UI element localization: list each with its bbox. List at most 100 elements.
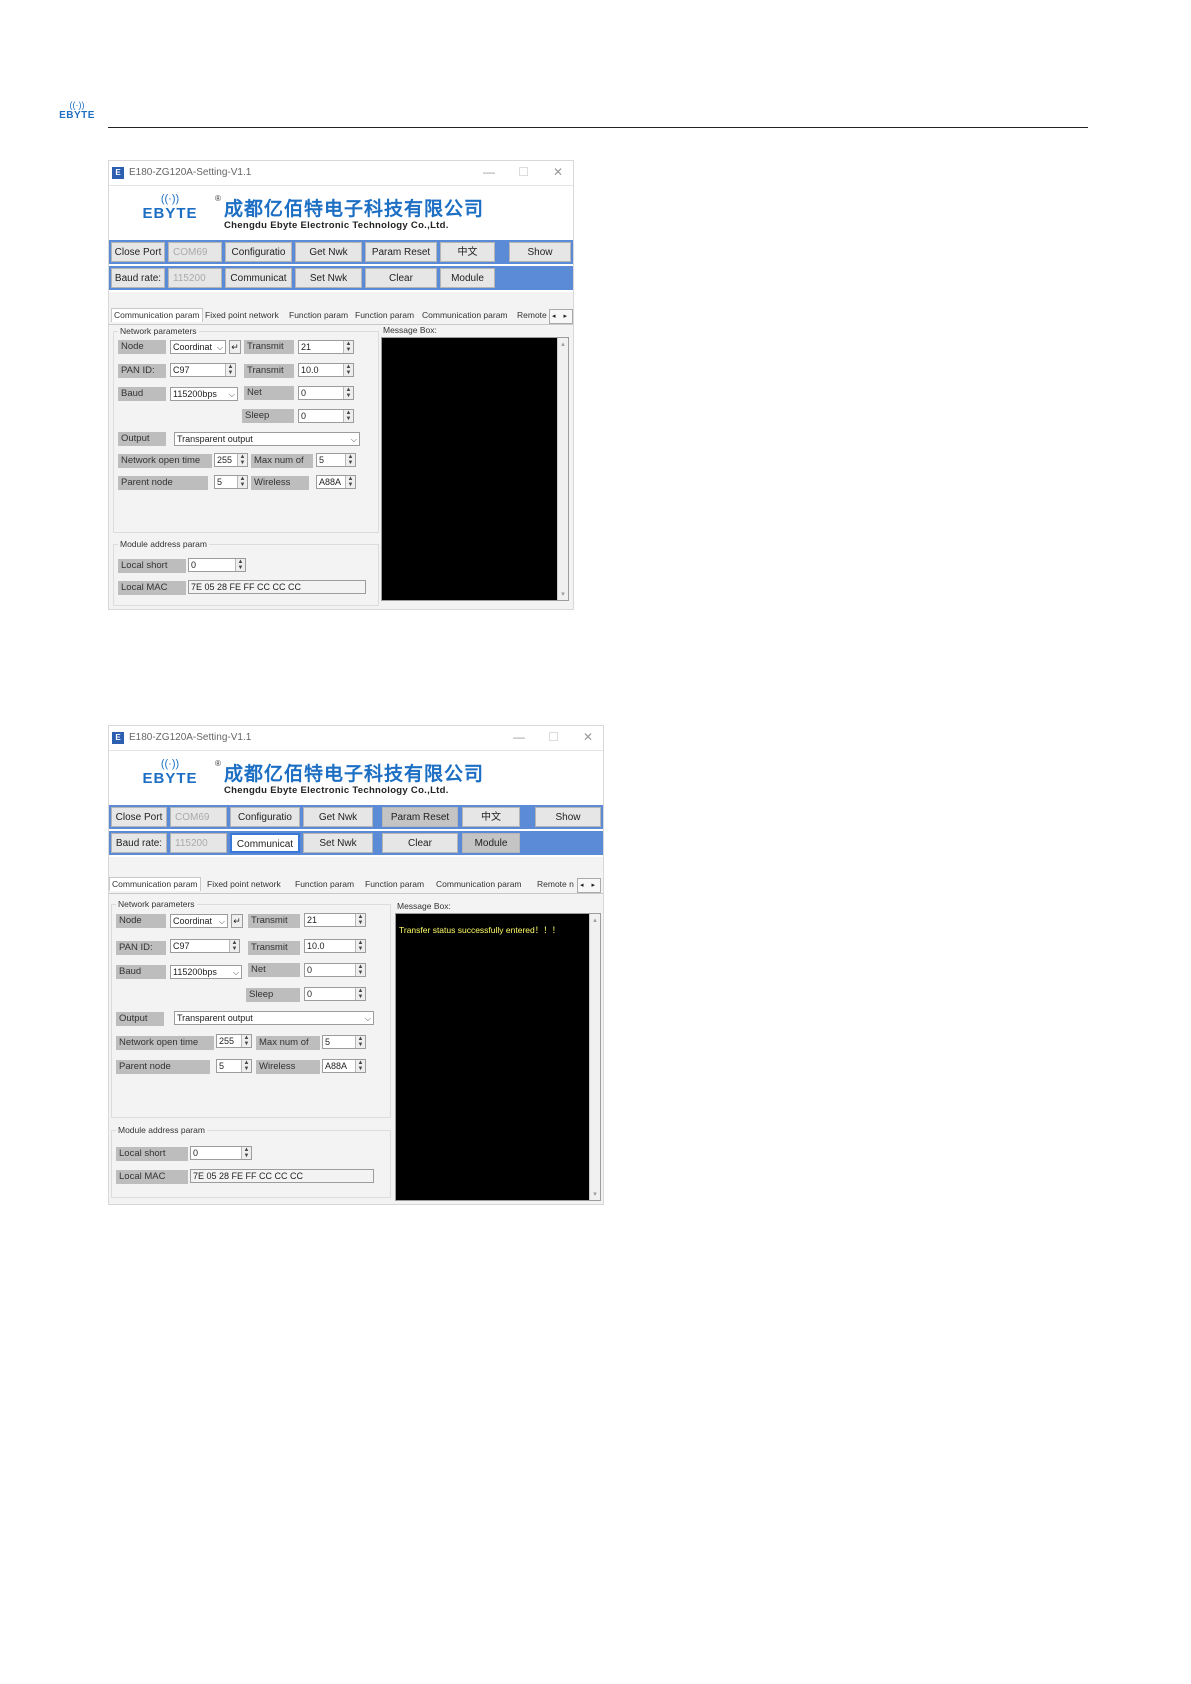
spinner-icon[interactable]: ▲ ▼ — [345, 454, 355, 466]
language-button[interactable]: 中文 — [440, 242, 495, 262]
set-nwk-button[interactable]: Set Nwk — [303, 833, 373, 853]
max-num-input[interactable]: 5 ▲ ▼ — [316, 453, 356, 467]
spinner-icon[interactable]: ▲ ▼ — [343, 364, 353, 376]
module-button[interactable]: Module — [462, 833, 520, 853]
tab-communication-param-2[interactable]: Communication param — [422, 310, 508, 320]
pan-id-input[interactable]: C97 ▲ ▼ — [170, 363, 236, 377]
network-open-time-input[interactable]: 255 ▲ ▼ — [214, 453, 248, 467]
spinner-icon[interactable]: ▲ ▼ — [345, 476, 355, 488]
spinner-icon[interactable]: ▲ ▼ — [343, 387, 353, 399]
scroll-up-icon[interactable]: ▴ — [590, 916, 600, 924]
sleep-input[interactable]: 0 ▲ ▼ — [298, 409, 354, 423]
spinner-icon[interactable]: ▲ ▼ — [237, 476, 247, 488]
output-select[interactable]: Transparent output ⌵ — [174, 432, 360, 446]
tab-function-param[interactable]: Function param — [295, 879, 354, 889]
node-value: Coordinat — [173, 342, 213, 352]
tab-communication-param[interactable]: Communication param — [109, 877, 201, 891]
tab-communication-param-2[interactable]: Communication param — [436, 879, 522, 889]
communication-button[interactable]: Communicat — [230, 833, 300, 853]
show-button[interactable]: Show — [535, 807, 601, 827]
scroll-down-icon[interactable]: ▾ — [590, 1190, 600, 1198]
com-port-select[interactable]: COM69 — [168, 242, 222, 262]
enter-icon[interactable]: ↵ — [231, 914, 243, 928]
spinner-icon[interactable]: ▲ ▼ — [343, 341, 353, 353]
maximize-icon[interactable]: ☐ — [518, 165, 529, 179]
transmit-input-1[interactable]: 21 ▲ ▼ — [298, 340, 354, 354]
spinner-icon[interactable]: ▲ ▼ — [355, 940, 365, 952]
net-input[interactable]: 0 ▲ ▼ — [298, 386, 354, 400]
message-box[interactable]: ▴ ▾ — [381, 337, 569, 601]
baud-select[interactable]: 115200bps ⌵ — [170, 965, 242, 979]
scroll-down-icon[interactable]: ▾ — [558, 590, 568, 598]
minimize-icon[interactable]: — — [513, 730, 525, 744]
output-select[interactable]: Transparent output ⌵ — [174, 1011, 374, 1025]
transmit-input-1[interactable]: 21 ▲ ▼ — [304, 913, 366, 927]
network-open-time-input[interactable]: 255 ▲ ▼ — [216, 1034, 252, 1048]
spinner-icon[interactable]: ▲ ▼ — [355, 914, 365, 926]
max-num-input[interactable]: 5 ▲ ▼ — [322, 1035, 366, 1049]
enter-icon[interactable]: ↵ — [229, 340, 241, 354]
message-box-scrollbar[interactable]: ▴ ▾ — [557, 338, 568, 600]
set-nwk-button[interactable]: Set Nwk — [295, 268, 362, 288]
clear-button[interactable]: Clear — [382, 833, 458, 853]
parent-node-input[interactable]: 5 ▲ ▼ — [216, 1059, 252, 1073]
param-reset-button[interactable]: Param Reset — [365, 242, 437, 262]
spinner-icon[interactable]: ▲ ▼ — [355, 1036, 365, 1048]
tab-communication-param[interactable]: Communication param — [111, 308, 203, 322]
spinner-icon[interactable]: ▲ ▼ — [241, 1060, 251, 1072]
param-reset-button[interactable]: Param Reset — [382, 807, 458, 827]
get-nwk-button[interactable]: Get Nwk — [303, 807, 373, 827]
com-port-select[interactable]: COM69 — [170, 807, 227, 827]
close-port-button[interactable]: Close Port — [111, 242, 165, 262]
scroll-up-icon[interactable]: ▴ — [558, 340, 568, 348]
tab-fixed-point-network[interactable]: Fixed point network — [205, 310, 279, 320]
close-port-button[interactable]: Close Port — [111, 807, 167, 827]
local-short-input[interactable]: 0 ▲ ▼ — [188, 558, 246, 572]
configuration-button[interactable]: Configuratio — [230, 807, 300, 827]
tab-function-param[interactable]: Function param — [289, 310, 348, 320]
show-button[interactable]: Show — [509, 242, 571, 262]
tab-scroll-arrows[interactable]: ◂ ▸ — [577, 878, 601, 893]
parent-node-input[interactable]: 5 ▲ ▼ — [214, 475, 248, 489]
spinner-icon[interactable]: ▲ ▼ — [229, 940, 239, 952]
spinner-icon[interactable]: ▲ ▼ — [355, 988, 365, 1000]
wireless-input[interactable]: A88A ▲ ▼ — [316, 475, 356, 489]
module-button[interactable]: Module — [440, 268, 495, 288]
configuration-button[interactable]: Configuratio — [225, 242, 292, 262]
spinner-icon[interactable]: ▲ ▼ — [241, 1147, 251, 1159]
tab-function-param-2[interactable]: Function param — [355, 310, 414, 320]
baud-select[interactable]: 115200bps ⌵ — [170, 387, 238, 401]
net-input[interactable]: 0 ▲ ▼ — [304, 963, 366, 977]
communication-button[interactable]: Communicat — [225, 268, 292, 288]
tab-fixed-point-network[interactable]: Fixed point network — [207, 879, 281, 889]
baud-rate-select[interactable]: 115200 — [170, 833, 227, 853]
pan-id-input[interactable]: C97 ▲ ▼ — [170, 939, 240, 953]
tab-remote[interactable]: Remote n — [537, 879, 574, 889]
tab-scroll-arrows[interactable]: ◂ ▸ — [549, 309, 573, 324]
message-box[interactable]: Transfer status successfully entered！！！ … — [395, 913, 601, 1201]
transmit-input-2[interactable]: 10.0 ▲ ▼ — [298, 363, 354, 377]
baud-rate-select[interactable]: 115200 — [168, 268, 222, 288]
maximize-icon[interactable]: ☐ — [548, 730, 559, 744]
node-select[interactable]: Coordinat ⌵ — [170, 340, 226, 354]
local-short-input[interactable]: 0 ▲ ▼ — [190, 1146, 252, 1160]
spinner-icon[interactable]: ▲ ▼ — [237, 454, 247, 466]
spinner-icon[interactable]: ▲ ▼ — [355, 1060, 365, 1072]
wireless-input[interactable]: A88A ▲ ▼ — [322, 1059, 366, 1073]
get-nwk-button[interactable]: Get Nwk — [295, 242, 362, 262]
sleep-input[interactable]: 0 ▲ ▼ — [304, 987, 366, 1001]
clear-button[interactable]: Clear — [365, 268, 437, 288]
spinner-icon[interactable]: ▲ ▼ — [343, 410, 353, 422]
node-select[interactable]: Coordinat ⌵ — [170, 914, 228, 928]
minimize-icon[interactable]: — — [483, 165, 495, 179]
language-button[interactable]: 中文 — [462, 807, 520, 827]
message-box-scrollbar[interactable]: ▴ ▾ — [589, 914, 600, 1200]
spinner-icon[interactable]: ▲ ▼ — [235, 559, 245, 571]
close-icon[interactable]: ✕ — [583, 730, 593, 744]
spinner-icon[interactable]: ▲ ▼ — [355, 964, 365, 976]
spinner-icon[interactable]: ▲ ▼ — [225, 364, 235, 376]
transmit-input-2[interactable]: 10.0 ▲ ▼ — [304, 939, 366, 953]
tab-function-param-2[interactable]: Function param — [365, 879, 424, 889]
close-icon[interactable]: ✕ — [553, 165, 563, 179]
spinner-icon[interactable]: ▲ ▼ — [241, 1035, 251, 1047]
